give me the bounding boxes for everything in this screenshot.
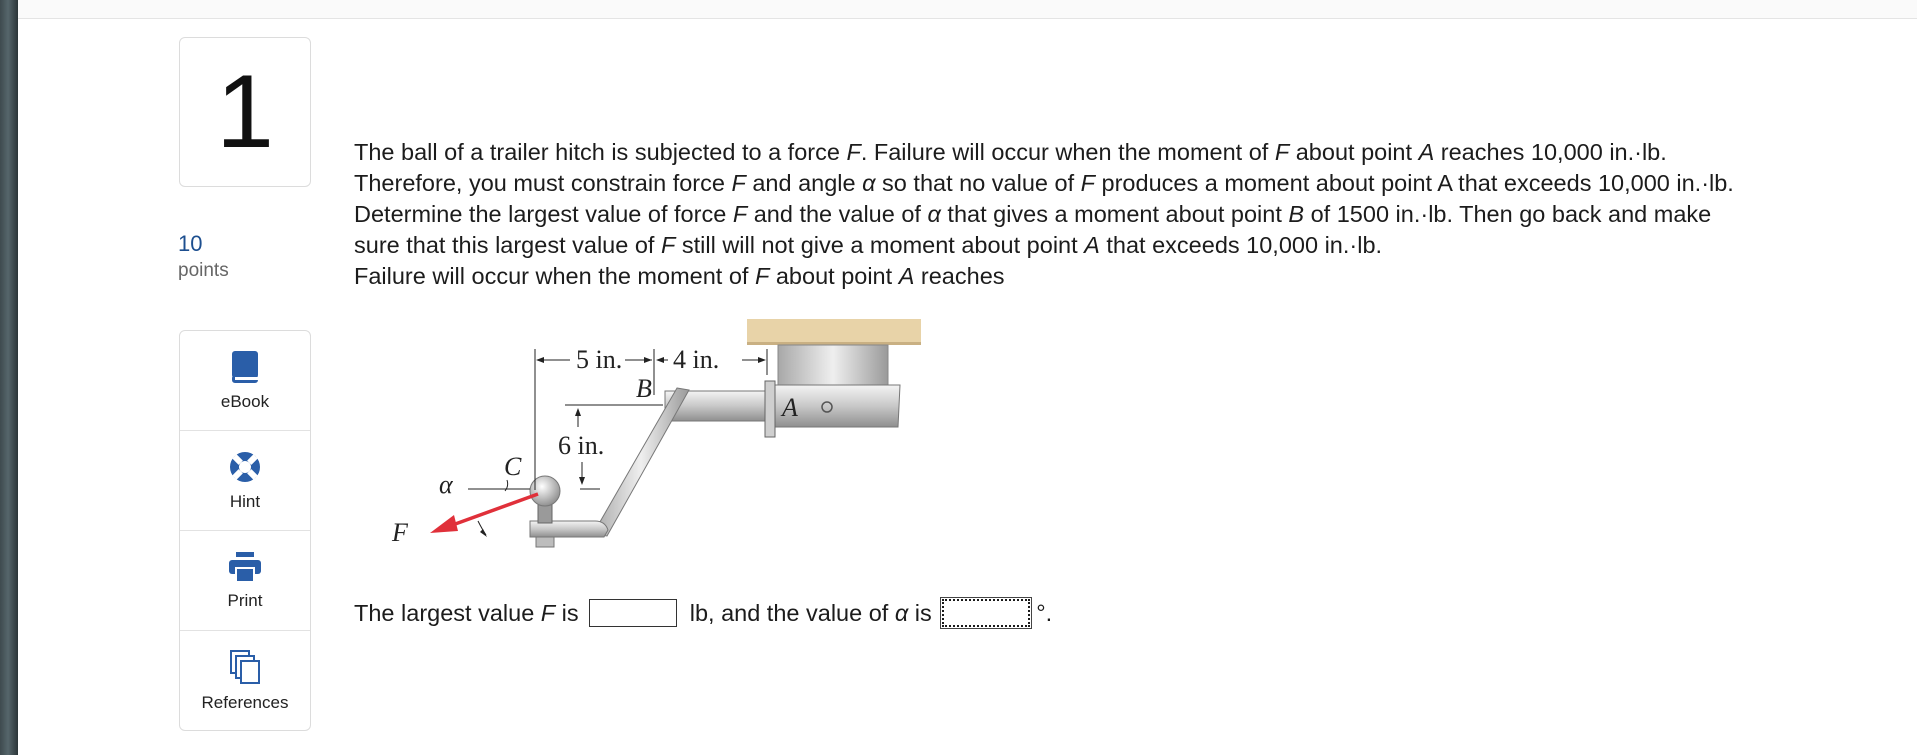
alpha-answer-input[interactable]: [940, 597, 1033, 629]
print-label: Print: [227, 590, 263, 610]
dim-5in-label: 5 in.: [576, 345, 622, 374]
question-line-4: sure that this largest value of F still …: [354, 232, 1383, 258]
references-button[interactable]: References: [180, 631, 310, 730]
hint-button[interactable]: Hint: [180, 431, 310, 531]
tools-panel: eBook Hint Print References: [179, 330, 311, 731]
answer-text-1: The largest value: [354, 600, 541, 626]
book-icon: [232, 350, 258, 383]
dim-4in-label: 4 in.: [673, 345, 719, 374]
point-c-label: C: [504, 452, 522, 481]
point-b-label: B: [636, 374, 652, 403]
shank-angled: [592, 387, 690, 537]
receiver-block: [777, 344, 889, 389]
printer-icon: [229, 551, 261, 583]
answer-text-2: is: [555, 600, 586, 626]
question-line-3: Determine the largest value of force F a…: [354, 201, 1712, 227]
degree-unit: °.: [1036, 600, 1053, 626]
ebook-button[interactable]: eBook: [180, 331, 310, 431]
force-arrow: [446, 492, 539, 529]
question-text: The ball of a trailer hitch is subjected…: [354, 137, 1884, 292]
answer-var-alpha: α: [894, 600, 909, 626]
question-line-5: Failure will occur when the moment of F …: [354, 263, 1005, 289]
answer-text-3: lb, and the value of: [683, 600, 895, 626]
point-a-label: A: [780, 393, 798, 422]
force-label: F: [391, 518, 409, 547]
alpha-label: α: [439, 470, 454, 499]
lifebuoy-icon: [230, 451, 260, 482]
question-number: 1: [179, 37, 311, 187]
question-line-1: The ball of a trailer hitch is subjected…: [354, 139, 1667, 165]
answer-text-4: is: [908, 600, 939, 626]
answer-row: The largest value F is lb, and the value…: [354, 596, 1052, 630]
window-left-edge: [0, 0, 18, 755]
ebook-label: eBook: [220, 391, 270, 411]
points-value: 10: [178, 231, 203, 256]
question-line-2: Therefore, you must constrain force F an…: [354, 170, 1734, 196]
answer-var-f: F: [540, 600, 556, 626]
points-block: 10 points: [178, 230, 229, 284]
points-label: points: [178, 260, 229, 281]
top-bar: [18, 0, 1917, 19]
vehicle-beam: [747, 319, 921, 344]
dim-6in-label: 6 in.: [558, 431, 604, 460]
references-label: References: [201, 692, 289, 712]
trailer-hitch-figure: 5 in. 4 in. 6 in. B A C α F: [391, 319, 921, 548]
print-button[interactable]: Print: [180, 531, 310, 631]
documents-icon: [230, 649, 260, 684]
force-answer-input[interactable]: [589, 599, 678, 627]
hint-label: Hint: [229, 491, 261, 511]
